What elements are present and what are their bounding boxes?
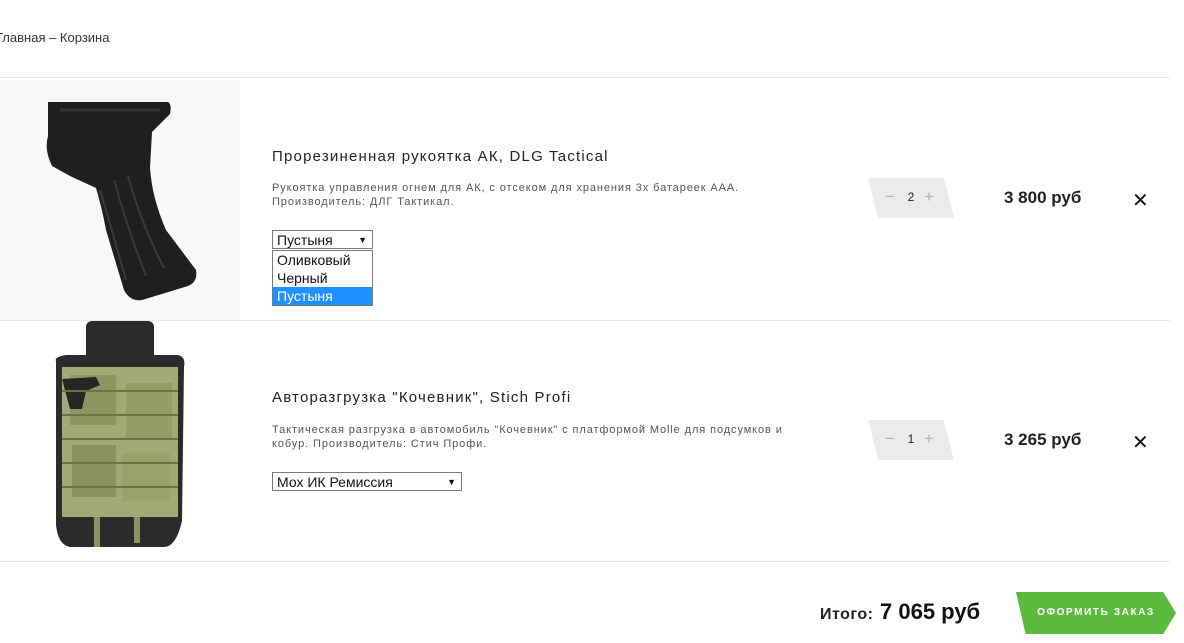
- quantity-stepper: − 1 +: [868, 420, 954, 460]
- item-price: 3 800 руб: [1004, 188, 1082, 207]
- item-price: 3 265 руб: [1004, 430, 1082, 449]
- option-desert[interactable]: Пустыня: [273, 287, 372, 305]
- quantity-stepper: − 2 +: [868, 178, 954, 218]
- option-olive[interactable]: Оливковый: [273, 251, 372, 269]
- checkout-button[interactable]: ОФОРМИТЬ ЗАКАЗ: [1016, 592, 1176, 634]
- product-description: Тактическая разгрузка в автомобиль "Коче…: [272, 423, 812, 451]
- color-select-value: Мох ИК Ремиссия: [277, 474, 393, 490]
- quantity-value[interactable]: 1: [904, 432, 918, 446]
- dropdown-arrow-icon: ▼: [358, 235, 367, 245]
- product-image-seat-organizer[interactable]: [0, 321, 240, 561]
- description-line: Рукоятка управления огнем для АК, с отсе…: [272, 182, 740, 194]
- breadcrumb: Главная – Корзина: [0, 30, 110, 45]
- remove-item-icon[interactable]: ✕: [1132, 430, 1149, 455]
- total-value: 7 065 руб: [880, 599, 981, 624]
- divider: [0, 561, 1170, 562]
- option-black[interactable]: Черный: [273, 269, 372, 287]
- color-select[interactable]: Пустыня ▼: [272, 230, 373, 249]
- increase-button[interactable]: +: [924, 187, 934, 207]
- remove-item-icon[interactable]: ✕: [1132, 188, 1149, 213]
- color-select-value: Пустыня: [277, 232, 333, 248]
- decrease-button[interactable]: −: [885, 187, 895, 207]
- product-title[interactable]: Прорезиненная рукоятка АК, DLG Tactical: [272, 148, 609, 165]
- decrease-button[interactable]: −: [885, 429, 895, 449]
- total-label: Итого:: [820, 606, 874, 623]
- description-line: Производитель: ДЛГ Тактикал.: [272, 196, 455, 208]
- increase-button[interactable]: +: [924, 429, 934, 449]
- quantity-value[interactable]: 2: [904, 190, 918, 204]
- color-select[interactable]: Мох ИК Ремиссия ▼: [272, 472, 462, 491]
- description-line: Тактическая разгрузка в автомобиль "Коче…: [272, 424, 783, 436]
- product-image-grip[interactable]: [0, 80, 240, 320]
- divider: [0, 77, 1170, 78]
- product-description: Рукоятка управления огнем для АК, с отсе…: [272, 181, 812, 209]
- cart-item: Прорезиненная рукоятка АК, DLG Tactical …: [0, 80, 1170, 320]
- dropdown-arrow-icon: ▼: [447, 477, 456, 487]
- color-options-list: Оливковый Черный Пустыня: [272, 250, 373, 306]
- cart-item: Авторазгрузка "Кочевник", Stich Profi Та…: [0, 321, 1170, 561]
- description-line: кобур. Производитель: Стич Профи.: [272, 438, 488, 450]
- product-title[interactable]: Авторазгрузка "Кочевник", Stich Profi: [272, 389, 571, 406]
